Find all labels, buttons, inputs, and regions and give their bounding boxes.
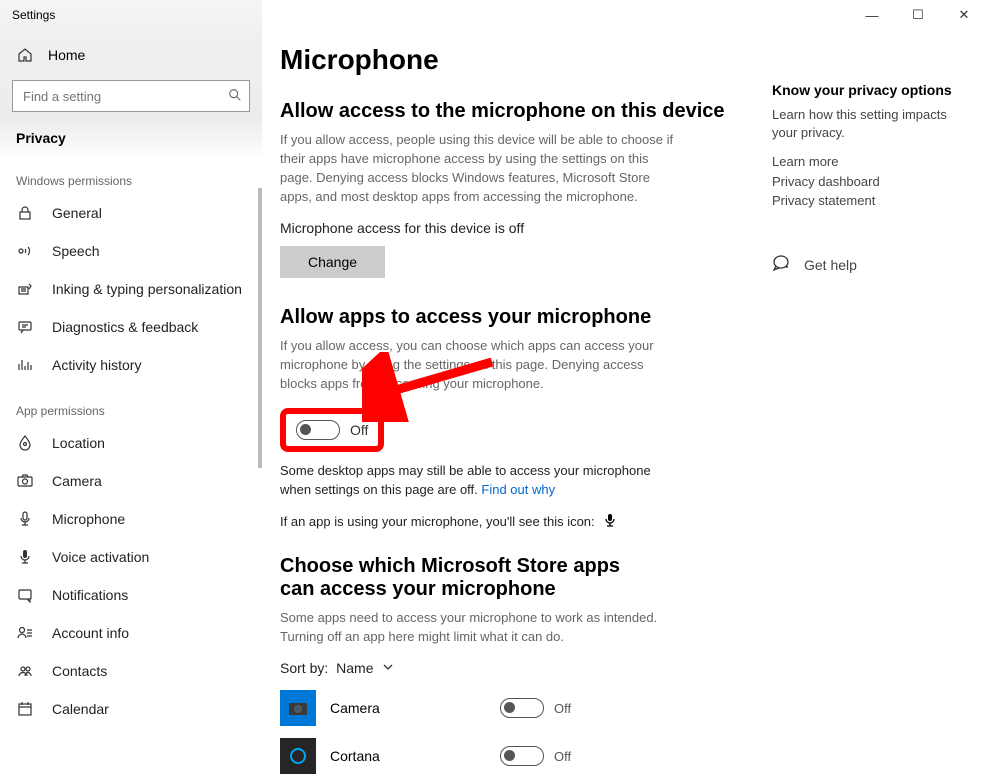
location-icon bbox=[16, 434, 34, 452]
sidebar-item-speech[interactable]: Speech bbox=[0, 232, 262, 270]
sidebar-item-voice-activation[interactable]: Voice activation bbox=[0, 538, 262, 576]
sidebar-item-camera[interactable]: Camera bbox=[0, 462, 262, 500]
sidebar-item-account-info[interactable]: Account info bbox=[0, 614, 262, 652]
page-title: Microphone bbox=[280, 44, 760, 76]
lock-icon bbox=[16, 204, 34, 222]
sidebar-item-label: Contacts bbox=[52, 663, 107, 679]
sidebar-item-label: Voice activation bbox=[52, 549, 149, 565]
camera-icon bbox=[16, 472, 34, 490]
sidebar-item-label: Account info bbox=[52, 625, 129, 641]
sidebar-item-label: Activity history bbox=[52, 357, 141, 373]
section-store-apps-desc: Some apps need to access your microphone… bbox=[280, 609, 680, 647]
sidebar-item-label: Microphone bbox=[52, 511, 125, 527]
change-button[interactable]: Change bbox=[280, 246, 385, 278]
main-content: Microphone Allow access to the microphon… bbox=[280, 0, 760, 768]
feedback-icon bbox=[16, 318, 34, 336]
app-row-camera: Camera Off bbox=[280, 690, 760, 726]
home-nav[interactable]: Home bbox=[0, 34, 262, 76]
privacy-statement-link[interactable]: Privacy statement bbox=[772, 191, 972, 211]
microphone-indicator-icon bbox=[604, 514, 616, 531]
speech-icon bbox=[16, 242, 34, 260]
device-access-status: Microphone access for this device is off bbox=[280, 220, 760, 236]
sidebar-item-microphone[interactable]: Microphone bbox=[0, 500, 262, 538]
calendar-icon bbox=[16, 700, 34, 718]
get-help-link[interactable]: Get help bbox=[772, 253, 972, 278]
camera-app-toggle[interactable] bbox=[500, 698, 544, 718]
cortana-app-toggle[interactable] bbox=[500, 746, 544, 766]
inking-icon bbox=[16, 280, 34, 298]
sidebar-item-contacts[interactable]: Contacts bbox=[0, 652, 262, 690]
sidebar-item-label: Inking & typing personalization bbox=[52, 281, 242, 297]
sidebar-item-label: Diagnostics & feedback bbox=[52, 319, 198, 335]
voice-activation-icon bbox=[16, 548, 34, 566]
sort-label: Sort by: bbox=[280, 660, 328, 676]
sidebar-item-notifications[interactable]: Notifications bbox=[0, 576, 262, 614]
desktop-apps-note: Some desktop apps may still be able to a… bbox=[280, 462, 680, 500]
contacts-icon bbox=[16, 662, 34, 680]
learn-more-link[interactable]: Learn more bbox=[772, 152, 972, 172]
sort-by-row[interactable]: Sort by: Name bbox=[280, 660, 760, 676]
section-store-apps-heading: Choose which Microsoft Store apps can ac… bbox=[280, 555, 660, 601]
scrollbar-thumb[interactable] bbox=[258, 188, 262, 468]
sidebar-item-calendar[interactable]: Calendar bbox=[0, 690, 262, 728]
find-out-why-link[interactable]: Find out why bbox=[481, 482, 555, 497]
camera-app-toggle-label: Off bbox=[554, 701, 571, 716]
sidebar-item-inking[interactable]: Inking & typing personalization bbox=[0, 270, 262, 308]
section-allow-apps-desc: If you allow access, you can choose whic… bbox=[280, 337, 680, 394]
chevron-down-icon bbox=[382, 660, 394, 676]
sidebar-item-label: Speech bbox=[52, 243, 99, 259]
minimize-button[interactable]: — bbox=[849, 0, 895, 30]
right-panel: Know your privacy options Learn how this… bbox=[772, 82, 972, 278]
section-allow-device-desc: If you allow access, people using this d… bbox=[280, 131, 680, 206]
search-input[interactable] bbox=[12, 80, 250, 112]
app-row-cortana: Cortana Off bbox=[280, 738, 760, 774]
sidebar-item-label: Camera bbox=[52, 473, 102, 489]
home-label: Home bbox=[48, 47, 85, 63]
section-allow-device-heading: Allow access to the microphone on this d… bbox=[280, 100, 760, 123]
app-name: Camera bbox=[330, 700, 500, 716]
sidebar-item-label: Calendar bbox=[52, 701, 109, 717]
sidebar-item-diagnostics[interactable]: Diagnostics & feedback bbox=[0, 308, 262, 346]
scrollbar[interactable] bbox=[258, 188, 262, 758]
get-help-label: Get help bbox=[804, 257, 857, 273]
privacy-options-heading: Know your privacy options bbox=[772, 82, 972, 98]
camera-app-icon bbox=[280, 690, 316, 726]
cortana-app-toggle-label: Off bbox=[554, 749, 571, 764]
sort-value: Name bbox=[336, 660, 373, 676]
app-name: Cortana bbox=[330, 748, 500, 764]
help-icon bbox=[772, 253, 792, 278]
sidebar-item-general[interactable]: General bbox=[0, 194, 262, 232]
privacy-options-desc: Learn how this setting impacts your priv… bbox=[772, 106, 972, 142]
section-allow-apps-heading: Allow apps to access your microphone bbox=[280, 306, 760, 329]
allow-apps-toggle[interactable] bbox=[296, 420, 340, 440]
sidebar-item-label: Location bbox=[52, 435, 105, 451]
microphone-icon bbox=[16, 510, 34, 528]
account-icon bbox=[16, 624, 34, 642]
sidebar: Settings Home Privacy Windows permission… bbox=[0, 0, 262, 768]
activity-icon bbox=[16, 356, 34, 374]
window-title: Settings bbox=[0, 0, 262, 30]
sidebar-item-location[interactable]: Location bbox=[0, 424, 262, 462]
window-controls: — ☐ ✕ bbox=[849, 0, 987, 30]
windows-permissions-heading: Windows permissions bbox=[0, 154, 262, 194]
privacy-heading: Privacy bbox=[0, 112, 262, 154]
sidebar-item-label: General bbox=[52, 205, 102, 221]
privacy-dashboard-link[interactable]: Privacy dashboard bbox=[772, 172, 972, 192]
annotation-highlight: Off bbox=[280, 408, 384, 452]
allow-apps-toggle-label: Off bbox=[350, 422, 368, 438]
notifications-icon bbox=[16, 586, 34, 604]
app-permissions-heading: App permissions bbox=[0, 384, 262, 424]
cortana-app-icon bbox=[280, 738, 316, 774]
sidebar-item-activity[interactable]: Activity history bbox=[0, 346, 262, 384]
maximize-button[interactable]: ☐ bbox=[895, 0, 941, 30]
search-icon bbox=[228, 88, 242, 105]
mic-icon-line: If an app is using your microphone, you'… bbox=[280, 514, 760, 531]
home-icon bbox=[16, 46, 34, 64]
sidebar-item-label: Notifications bbox=[52, 587, 128, 603]
close-button[interactable]: ✕ bbox=[941, 0, 987, 30]
